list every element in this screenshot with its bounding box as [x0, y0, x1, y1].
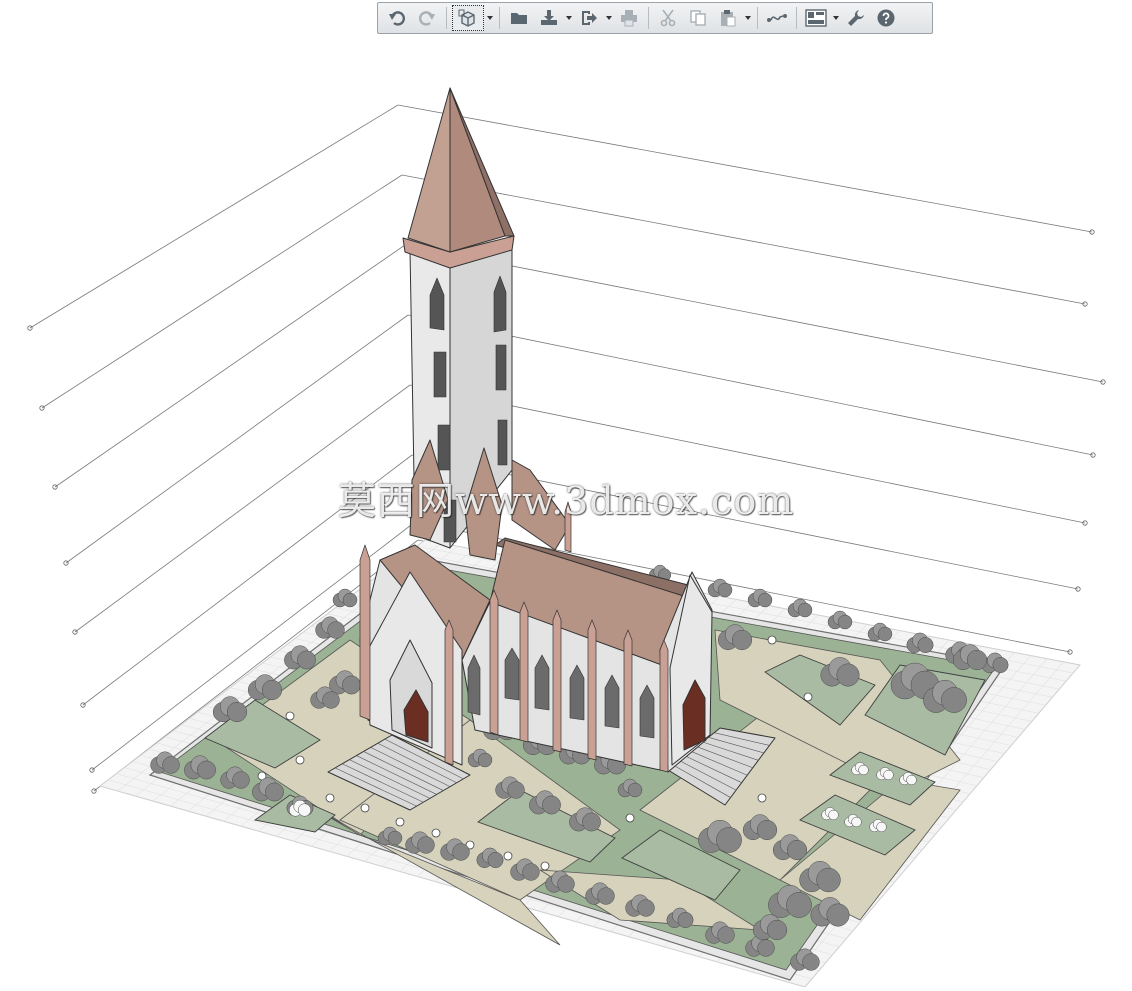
export-dropdown[interactable] — [604, 5, 614, 31]
clipboard-icon — [721, 10, 736, 27]
copy-icon — [690, 10, 706, 26]
paste-button[interactable] — [714, 5, 742, 31]
toolbar-separator — [446, 7, 447, 29]
settings-button[interactable] — [842, 5, 870, 31]
caret-down-icon — [606, 16, 612, 20]
3d-view-dropdown[interactable] — [485, 5, 495, 31]
church-building — [327, 87, 776, 811]
open-button[interactable] — [505, 5, 533, 31]
undo-icon — [389, 11, 406, 26]
scissors-icon — [660, 9, 676, 27]
import-dropdown[interactable] — [564, 5, 574, 31]
3d-view-button[interactable] — [452, 5, 484, 31]
toolbar-separator — [757, 7, 758, 29]
caret-down-icon — [745, 16, 751, 20]
3d-cube-icon — [458, 9, 475, 27]
layout-dropdown[interactable] — [831, 5, 841, 31]
redo-button[interactable] — [413, 5, 441, 31]
cut-button[interactable] — [654, 5, 682, 31]
caret-down-icon — [566, 16, 572, 20]
export-icon — [582, 11, 597, 25]
layout-button[interactable] — [802, 5, 830, 31]
print-button[interactable] — [615, 5, 643, 31]
watermark-text: 莫西网www.3dmox.com — [338, 479, 795, 523]
caret-down-icon — [833, 16, 839, 20]
paste-dropdown[interactable] — [743, 5, 753, 31]
import-icon — [541, 10, 557, 25]
share-button[interactable] — [763, 5, 791, 31]
3d-model-viewport[interactable]: 莫西网www.3dmox.com — [0, 0, 1132, 988]
share-link-icon — [767, 14, 787, 22]
printer-icon — [621, 10, 637, 27]
undo-button[interactable] — [383, 5, 411, 31]
folder-icon — [511, 13, 527, 24]
toolbar-separator — [499, 7, 500, 29]
layout-panels-icon — [805, 9, 827, 27]
copy-button[interactable] — [684, 5, 712, 31]
toolbar-separator — [796, 7, 797, 29]
main-toolbar — [377, 2, 933, 34]
help-circle-icon — [877, 9, 895, 27]
toolbar-separator — [648, 7, 649, 29]
wrench-icon — [848, 10, 864, 26]
export-button[interactable] — [575, 5, 603, 31]
caret-down-icon — [487, 16, 493, 20]
redo-icon — [418, 11, 435, 26]
import-button[interactable] — [535, 5, 563, 31]
help-button[interactable] — [872, 5, 900, 31]
